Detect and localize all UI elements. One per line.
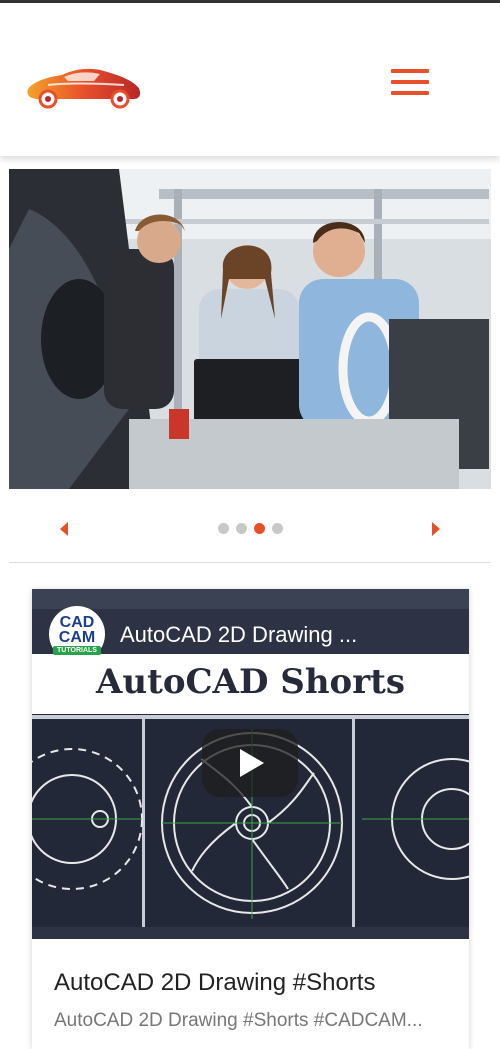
channel-badge-line3: TUTORIALS [53,646,101,655]
slider-dot[interactable] [218,523,229,534]
thumbnail-banner-text: AutoCAD Shorts [96,662,405,702]
hero-slide-image [9,169,491,489]
section-divider [9,562,491,563]
play-icon[interactable] [202,729,298,797]
triangle-left-icon[interactable] [60,522,68,536]
sports-car-logo-icon [27,68,141,109]
menu-bar [391,69,429,73]
channel-badge-line2: CAM [58,629,96,646]
menu-bar [391,91,429,95]
video-title[interactable]: AutoCAD 2D Drawing ... [120,622,357,648]
card-description: AutoCAD 2D Drawing #Shorts #CADCAM... [54,1010,423,1031]
triangle-right-icon[interactable] [432,522,440,536]
video-card: AutoCAD Shorts CAD CAM TUTORIALS AutoCAD… [32,589,469,1049]
video-player[interactable]: AutoCAD Shorts CAD CAM TUTORIALS AutoCAD… [32,589,469,939]
site-logo[interactable] [24,63,144,109]
card-title[interactable]: AutoCAD 2D Drawing #Shorts [54,969,375,997]
slider-dot-active[interactable] [254,523,265,534]
slider-dot[interactable] [236,523,247,534]
slider-dot[interactable] [272,523,283,534]
thumbnail-banner: AutoCAD Shorts [32,654,469,714]
menu-bar [391,80,429,84]
slider-controls [0,500,500,556]
hamburger-menu-icon[interactable] [389,67,431,97]
site-header [0,3,500,156]
slider-dots [218,523,283,534]
channel-avatar[interactable]: CAD CAM TUTORIALS [49,606,105,662]
